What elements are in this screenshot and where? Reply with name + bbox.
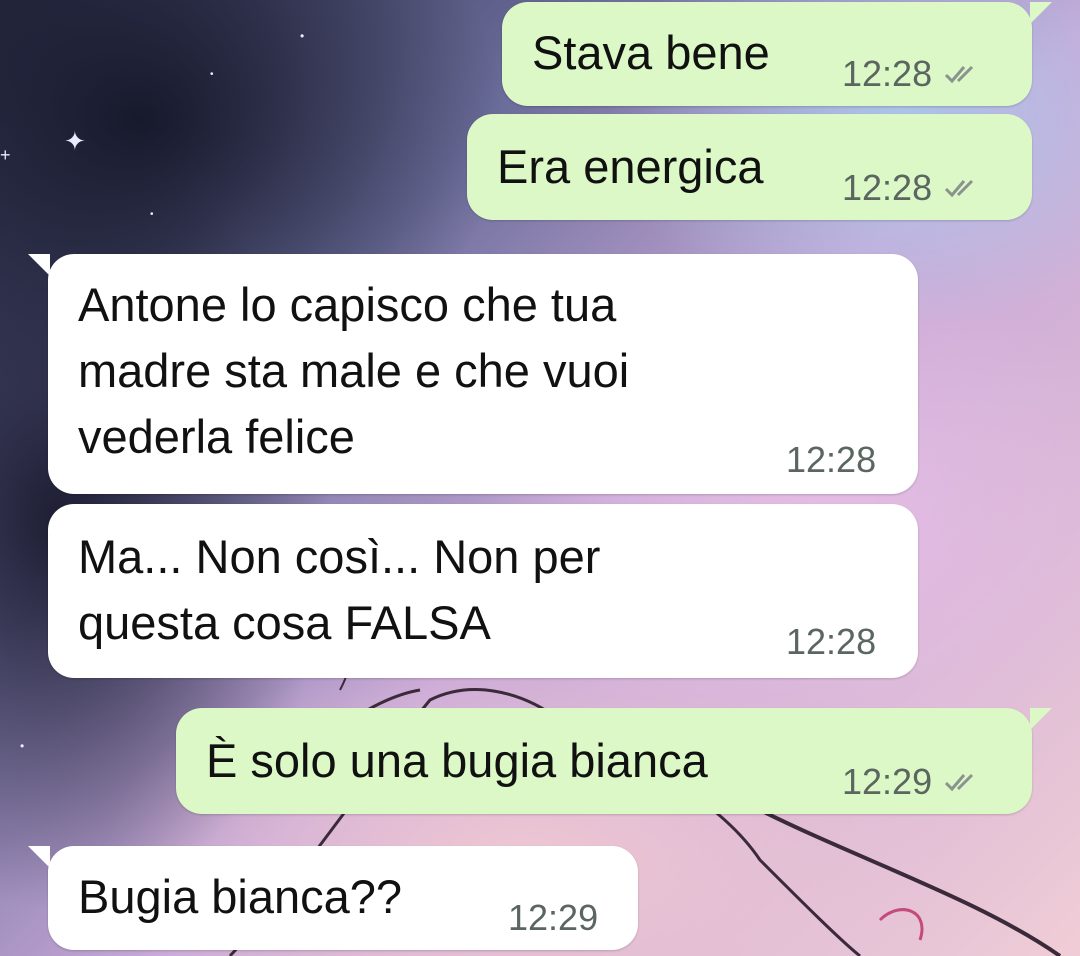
- bubble-tail: [1030, 2, 1052, 24]
- message-meta: 12:28: [842, 168, 984, 208]
- message-text: Era energica: [497, 140, 764, 193]
- message-bubble-outgoing[interactable]: È solo una bugia bianca 12:29: [176, 708, 1032, 814]
- bubble-tail: [28, 254, 50, 276]
- message-text: Ma... Non così... Non per questa cosa FA…: [78, 530, 601, 649]
- message-bubble-outgoing[interactable]: Stava bene 12:28: [502, 2, 1032, 106]
- message-meta: 12:29: [842, 762, 984, 802]
- message-bubble-incoming[interactable]: Antone lo capisco che tua madre sta male…: [48, 254, 918, 494]
- message-time: 12:29: [508, 897, 599, 938]
- message-bubble-incoming[interactable]: Bugia bianca?? 12:29: [48, 846, 638, 950]
- message-time: 12:28: [786, 621, 877, 662]
- message-bubble-incoming[interactable]: Ma... Non così... Non per questa cosa FA…: [48, 504, 918, 678]
- message-meta: 12:29: [508, 898, 598, 938]
- message-meta: 12:28: [786, 440, 876, 480]
- bubble-tail: [1030, 708, 1052, 730]
- message-time: 12:28: [842, 167, 933, 208]
- message-text: Bugia bianca??: [78, 870, 403, 923]
- message-text: Stava bene: [532, 26, 770, 79]
- read-double-check-icon: [945, 65, 974, 84]
- message-time: 12:28: [786, 439, 877, 480]
- message-bubble-outgoing[interactable]: Era energica 12:28: [467, 114, 1032, 220]
- message-meta: 12:28: [786, 622, 876, 662]
- read-double-check-icon: [945, 179, 974, 198]
- message-time: 12:29: [842, 761, 933, 802]
- read-double-check-icon: [945, 773, 974, 792]
- message-time: 12:28: [842, 53, 933, 94]
- bubble-tail: [28, 846, 50, 868]
- message-text: Antone lo capisco che tua madre sta male…: [78, 278, 630, 463]
- message-meta: 12:28: [842, 54, 984, 94]
- message-text: È solo una bugia bianca: [206, 734, 708, 787]
